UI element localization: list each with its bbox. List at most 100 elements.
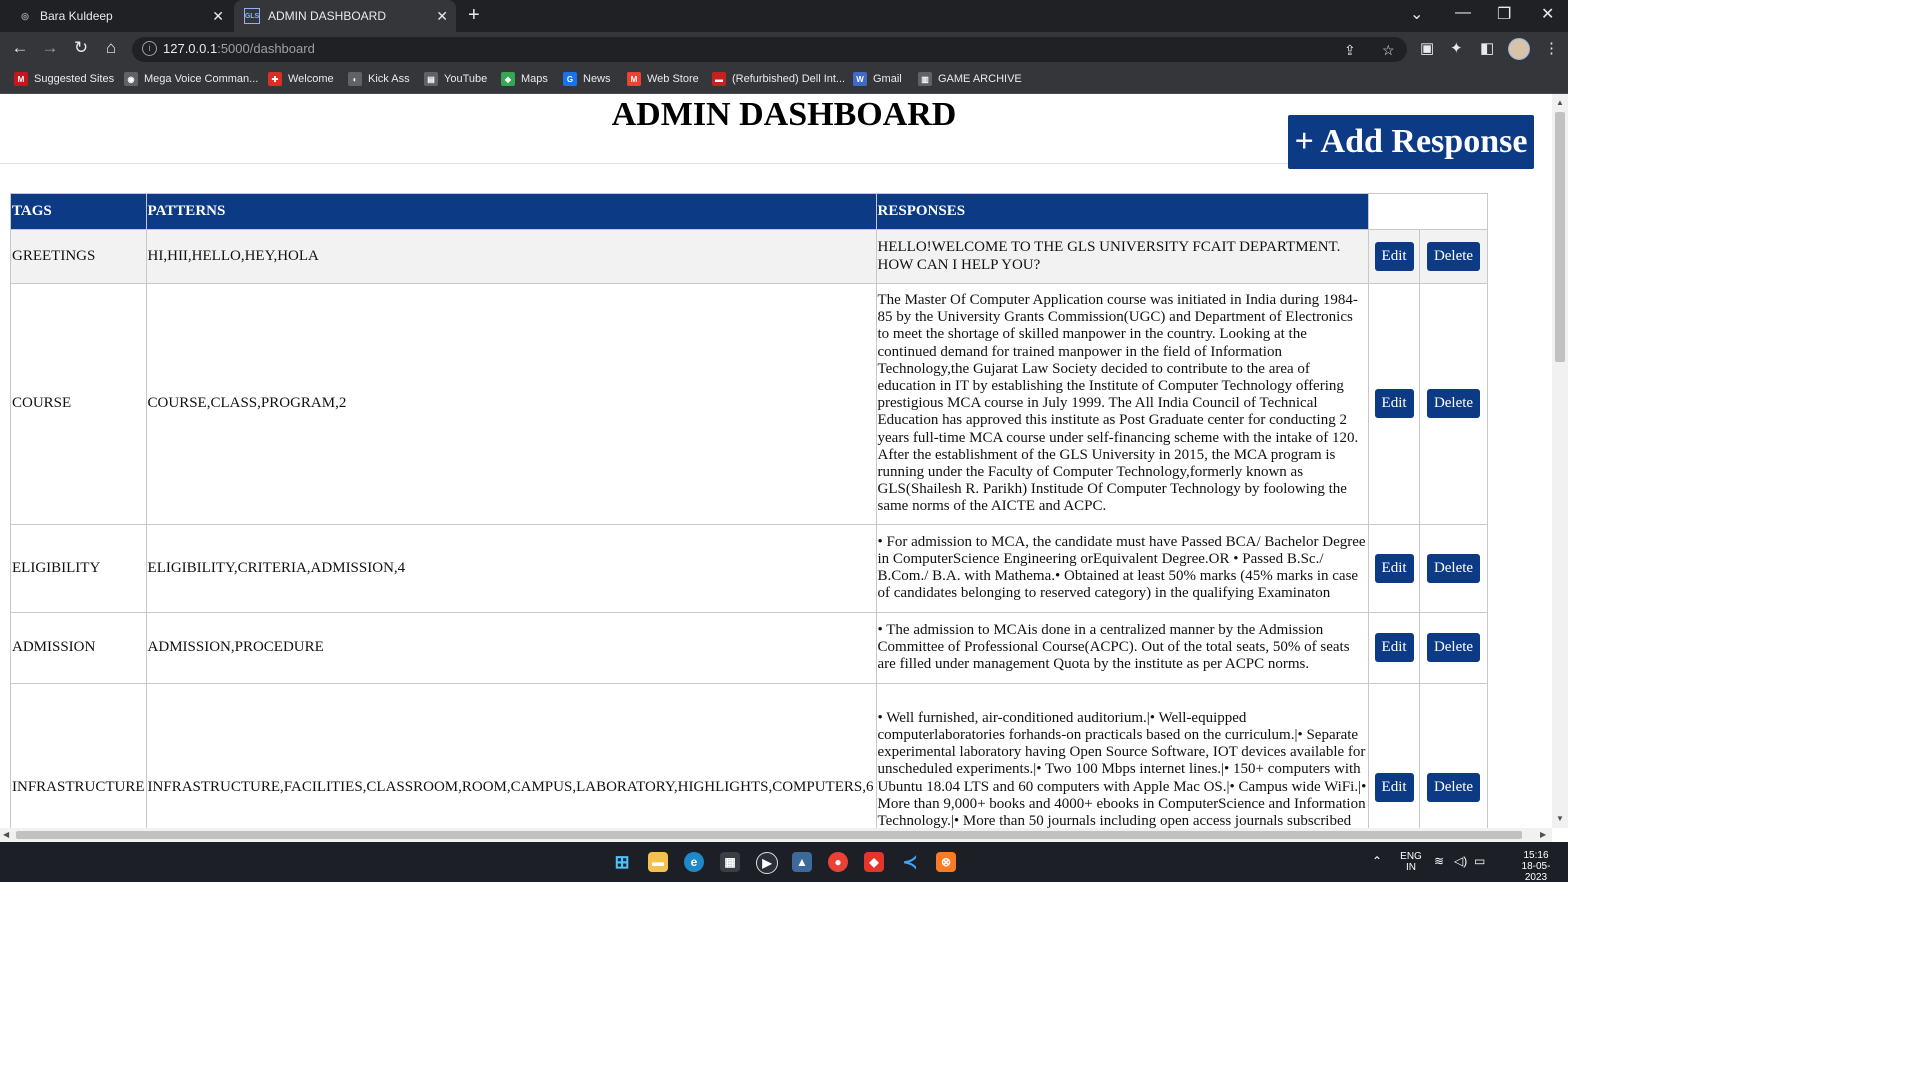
bookmark-maps[interactable]: ◆ Maps: [501, 72, 548, 86]
gls-favicon-icon: GLS: [244, 8, 260, 24]
tab-search-chevron-icon[interactable]: ⌄: [1410, 4, 1423, 24]
bookmark-suggested-sites[interactable]: M Suggested Sites: [14, 72, 114, 86]
chrome-icon[interactable]: ●: [828, 852, 848, 872]
edit-button[interactable]: Edit: [1374, 772, 1414, 802]
reload-icon[interactable]: ↻: [70, 38, 92, 58]
bookmark-dell[interactable]: ▬ (Refurbished) Dell Int...: [712, 72, 845, 86]
photos-icon[interactable]: ▲: [792, 852, 812, 872]
horizontal-scroll-thumb[interactable]: [16, 831, 1522, 839]
tray-overflow-chevron-icon[interactable]: ⌃: [1372, 854, 1382, 868]
scroll-left-icon[interactable]: ◀: [3, 830, 9, 839]
windows-start-icon[interactable]: ⊞: [612, 852, 632, 872]
close-tab-icon[interactable]: ✕: [212, 8, 224, 25]
profile-avatar[interactable]: [1508, 38, 1530, 60]
dell-icon: ▬: [712, 72, 726, 86]
patterns-cell: HI,HII,HELLO,HEY,HOLA: [145, 229, 877, 284]
language-code: ENG: [1400, 851, 1422, 862]
store-icon[interactable]: ▦: [720, 852, 740, 872]
scroll-up-icon[interactable]: ▲: [1556, 98, 1564, 107]
anydesk-icon[interactable]: ◆: [864, 852, 884, 872]
bookmark-web-store[interactable]: M Web Store: [627, 72, 699, 86]
kick-ass-icon: ◐: [348, 72, 362, 86]
clock[interactable]: 15:16 18-05-2023: [1516, 850, 1556, 883]
welcome-icon: ✚: [268, 72, 282, 86]
add-response-button[interactable]: + Add Response: [1288, 115, 1534, 169]
back-icon[interactable]: ←: [9, 38, 31, 58]
web-store-icon: M: [627, 72, 641, 86]
bookmark-kick-ass[interactable]: ◐ Kick Ass: [348, 72, 410, 86]
header-divider: [0, 163, 1288, 164]
tab-admin-dashboard[interactable]: GLS ADMIN DASHBOARD ✕: [234, 0, 456, 32]
share-icon[interactable]: ⇪: [1344, 42, 1356, 59]
clock-time: 15:16: [1523, 850, 1549, 861]
table-row: ADMISSION ADMISSION,PROCEDURE • The admi…: [10, 611, 1488, 684]
vertical-scroll-thumb[interactable]: [1555, 112, 1565, 362]
tab-title: Bara Kuldeep: [40, 9, 113, 23]
delete-button[interactable]: Delete: [1426, 633, 1481, 663]
region-code: IN: [1406, 862, 1416, 873]
table-row: ELIGIBILITY ELIGIBILITY,CRITERIA,ADMISSI…: [10, 523, 1488, 613]
delete-button[interactable]: Delete: [1426, 772, 1481, 802]
column-header-tags: TAGS: [10, 193, 147, 230]
bookmark-gmail[interactable]: W Gmail: [853, 72, 902, 86]
horizontal-scrollbar[interactable]: ◀ ▶: [0, 828, 1552, 842]
close-window-icon[interactable]: ✕: [1541, 4, 1554, 24]
menu-kebab-icon[interactable]: ⋮: [1544, 39, 1559, 57]
response-cell: HELLO!WELCOME TO THE GLS UNIVERSITY FCAI…: [875, 229, 1370, 284]
vscode-icon[interactable]: ≺: [900, 852, 920, 872]
media-player-icon[interactable]: ▶: [756, 852, 778, 874]
battery-icon[interactable]: ▭: [1474, 854, 1485, 868]
tag-cell: ADMISSION: [10, 611, 147, 684]
globe-icon: ◎: [21, 10, 29, 21]
tab-title: ADMIN DASHBOARD: [268, 9, 387, 23]
delete-button[interactable]: Delete: [1426, 389, 1481, 419]
patterns-cell: COURSE,CLASS,PROGRAM,2: [145, 283, 877, 525]
tag-cell: GREETINGS: [10, 229, 147, 284]
delete-button[interactable]: Delete: [1426, 553, 1481, 583]
scroll-down-icon[interactable]: ▼: [1556, 814, 1564, 823]
bookmark-game-archive[interactable]: ▥ GAME ARCHIVE: [918, 72, 1022, 86]
delete-button[interactable]: Delete: [1426, 242, 1481, 271]
puzzle-extensions-icon[interactable]: ✦: [1450, 39, 1463, 57]
edit-button[interactable]: Edit: [1374, 242, 1414, 271]
extension-icon[interactable]: ▣: [1420, 39, 1434, 57]
restore-icon[interactable]: ❐: [1497, 4, 1511, 24]
bookmark-youtube[interactable]: ▤ YouTube: [424, 72, 487, 86]
close-tab-icon[interactable]: ✕: [436, 8, 448, 25]
new-tab-icon[interactable]: +: [468, 4, 480, 27]
side-panel-icon[interactable]: ◧: [1480, 39, 1494, 57]
xampp-icon[interactable]: ⊗: [936, 852, 956, 872]
minimize-icon[interactable]: —: [1455, 4, 1471, 22]
tag-cell: ELIGIBILITY: [10, 523, 147, 613]
tag-cell: INFRASTRUCTURE: [10, 682, 147, 828]
game-archive-icon: ▥: [918, 72, 932, 86]
edit-button[interactable]: Edit: [1374, 633, 1414, 663]
bookmark-news[interactable]: G News: [563, 72, 611, 86]
bookmark-star-icon[interactable]: ☆: [1382, 42, 1395, 59]
bookmark-mega-voice[interactable]: ◉ Mega Voice Comman...: [124, 72, 258, 86]
vertical-scrollbar[interactable]: ▲ ▼: [1552, 94, 1568, 828]
suggested-sites-icon: M: [14, 72, 28, 86]
bookmark-welcome[interactable]: ✚ Welcome: [268, 72, 334, 86]
news-icon: G: [563, 72, 577, 86]
site-info-icon[interactable]: i: [142, 41, 157, 56]
maps-icon: ◆: [501, 72, 515, 86]
mega-voice-icon: ◉: [124, 72, 138, 86]
scroll-right-icon[interactable]: ▶: [1540, 830, 1546, 839]
edit-button[interactable]: Edit: [1374, 389, 1414, 419]
forward-icon[interactable]: →: [39, 38, 61, 58]
responses-table: TAGS PATTERNS RESPONSES GREETINGS HI,HII…: [10, 193, 1488, 828]
tab-bara-kuldeep[interactable]: ◎ Bara Kuldeep ✕: [8, 0, 232, 32]
table-row: GREETINGS HI,HII,HELLO,HEY,HOLA HELLO!WE…: [10, 229, 1488, 284]
volume-icon[interactable]: ◁): [1454, 854, 1467, 868]
file-explorer-icon[interactable]: ▬: [648, 852, 668, 872]
edge-browser-icon[interactable]: e: [684, 852, 704, 872]
response-cell: • The admission to MCAis done in a centr…: [875, 611, 1370, 684]
home-icon[interactable]: ⌂: [100, 38, 122, 58]
edit-button[interactable]: Edit: [1374, 553, 1414, 583]
table-row: COURSE COURSE,CLASS,PROGRAM,2 The Master…: [10, 283, 1488, 525]
browser-tab-strip: ◎ Bara Kuldeep ✕ GLS ADMIN DASHBOARD ✕ +…: [0, 0, 1568, 32]
column-header-patterns: PATTERNS: [145, 193, 877, 230]
wifi-icon[interactable]: ≋: [1434, 854, 1444, 868]
address-bar[interactable]: i 127.0.0.1:5000/dashboard ⇪ ☆: [132, 37, 1407, 62]
